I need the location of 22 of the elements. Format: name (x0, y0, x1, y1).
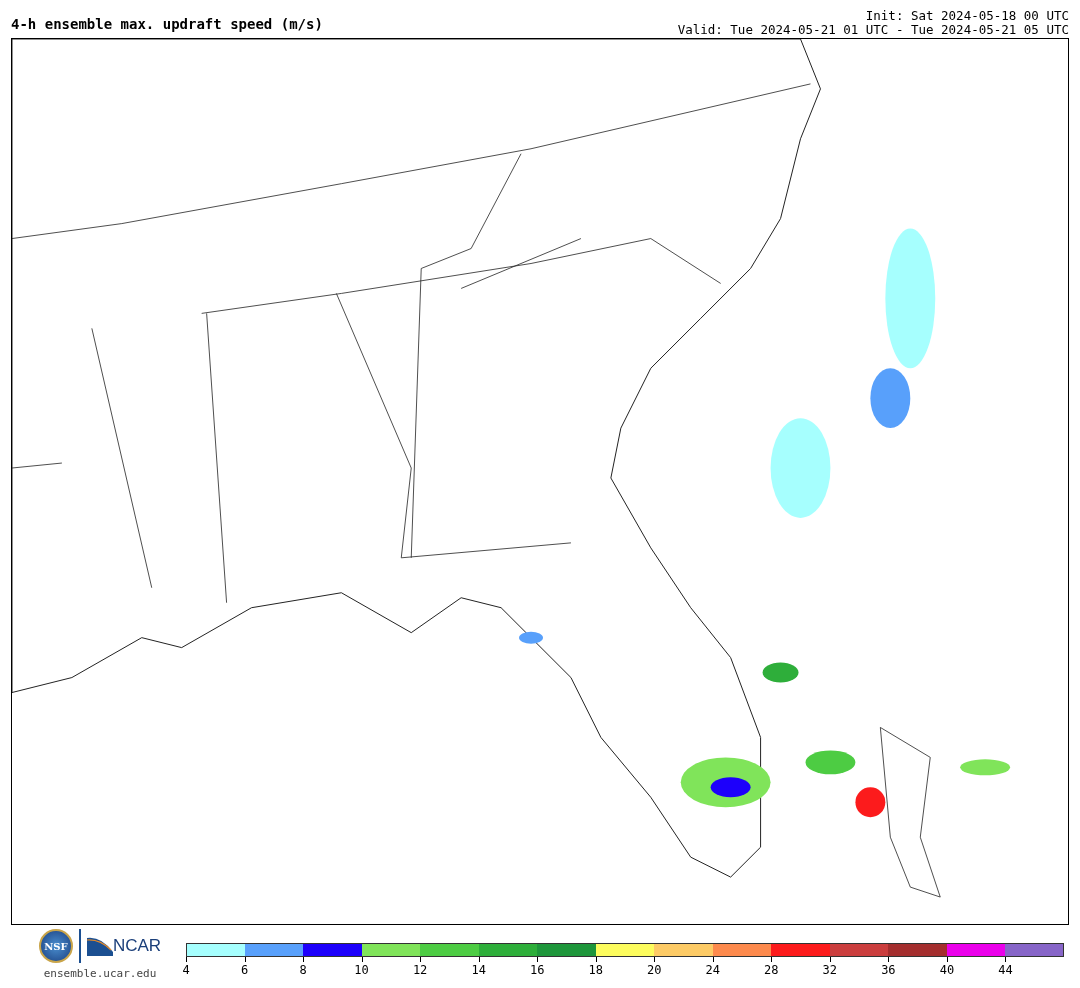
colorbar-label: 10 (354, 963, 369, 977)
colorbar-label: 14 (471, 963, 486, 977)
colorbar-label: 12 (412, 963, 428, 977)
colorbar-label: 40 (939, 963, 955, 977)
colorbar-label: 8 (299, 963, 307, 977)
init-time: Init: Sat 2024-05-18 00 UTC (865, 9, 1069, 23)
colorbar-label: 20 (647, 963, 662, 977)
colorbar-label: 18 (588, 963, 603, 977)
colorbar-label: 32 (822, 963, 838, 977)
colorbar-label: 6 (240, 963, 249, 977)
colorbar-label: 44 (998, 963, 1013, 977)
ncar-logo: NCAR (112, 936, 162, 956)
valid-time: Valid: Tue 2024-05-21 01 UTC - Tue 2024-05-21 05 UTC (677, 23, 1069, 37)
colorbar-label: 36 (881, 963, 896, 977)
ncar-logo-icon (86, 936, 113, 956)
colorbar-label: 4 (182, 963, 190, 977)
globe-logo: NSF (38, 929, 73, 963)
colorbar-label: 28 (764, 963, 779, 977)
colorbar-label: 24 (705, 963, 720, 977)
site-url: ensemble.ucar.edu (43, 967, 157, 980)
colorbar-label: 16 (529, 963, 545, 977)
chart-title: 4-h ensemble max. updraft speed (m/s) (11, 16, 323, 32)
